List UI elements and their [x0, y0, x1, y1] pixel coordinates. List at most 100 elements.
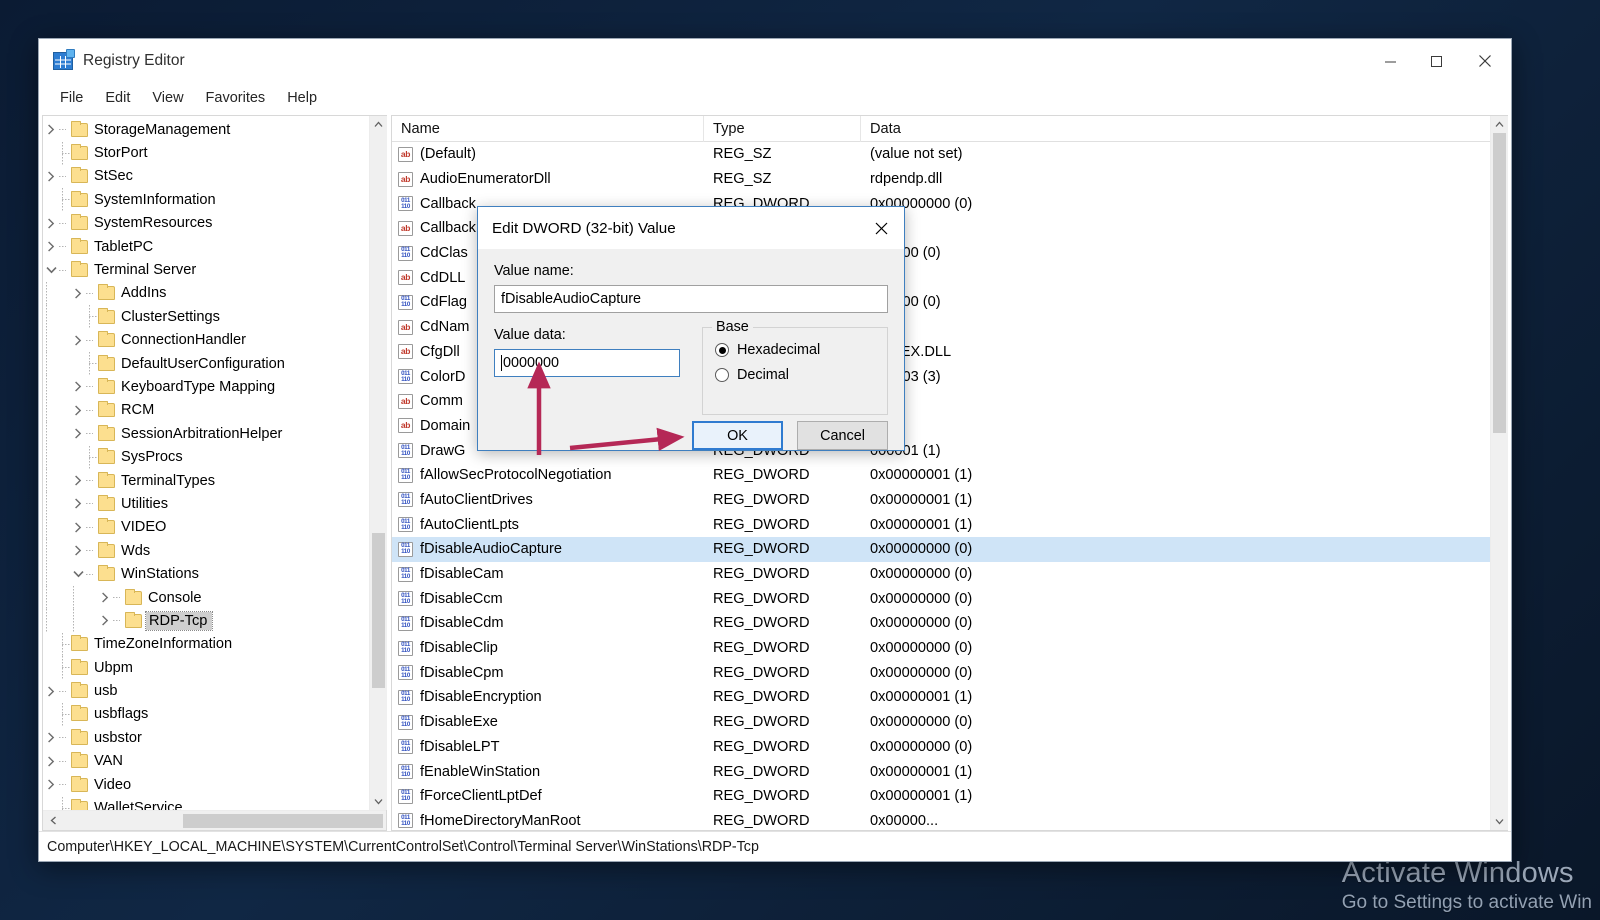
values-scroll-up-icon[interactable]	[1491, 116, 1508, 133]
chevron-right-icon[interactable]	[43, 680, 59, 703]
tree-item-rcm[interactable]: RCM	[43, 399, 369, 422]
ok-button[interactable]: OK	[692, 421, 783, 450]
chevron-down-icon[interactable]	[43, 259, 59, 282]
table-row[interactable]: 011110fDisableAudioCaptureREG_DWORD0x000…	[392, 537, 1490, 562]
radio-hexadecimal[interactable]: Hexadecimal	[715, 342, 875, 358]
table-row[interactable]: 011110fForceClientLptDefREG_DWORD0x00000…	[392, 784, 1490, 809]
table-row[interactable]: 011110fHomeDirectoryManRootREG_DWORD0x00…	[392, 809, 1490, 830]
dialog-close-button[interactable]	[859, 207, 904, 249]
values-scroll-thumb[interactable]	[1493, 133, 1506, 433]
menu-favorites[interactable]: Favorites	[195, 85, 277, 111]
menu-view[interactable]: View	[141, 85, 194, 111]
table-row[interactable]: 011110fDisableCcmREG_DWORD0x00000000 (0)	[392, 586, 1490, 611]
tree-scroll-thumb[interactable]	[372, 533, 385, 688]
tree-item-console[interactable]: Console	[43, 586, 369, 609]
radio-decimal-icon[interactable]	[715, 368, 729, 382]
column-header-data[interactable]: Data	[861, 116, 1490, 142]
chevron-right-icon[interactable]	[70, 539, 86, 562]
table-row[interactable]: 011110fDisableCamREG_DWORD0x00000000 (0)	[392, 562, 1490, 587]
table-row[interactable]: 011110fDisableEncryptionREG_DWORD0x00000…	[392, 685, 1490, 710]
values-scroll-down-icon[interactable]	[1491, 813, 1508, 830]
table-row[interactable]: 011110fDisableCdmREG_DWORD0x00000000 (0)	[392, 611, 1490, 636]
table-row[interactable]: ab(Default)REG_SZ(value not set)	[392, 142, 1490, 167]
table-row[interactable]: 011110fAllowSecProtocolNegotiationREG_DW…	[392, 463, 1490, 488]
tree-item-video[interactable]: VIDEO	[43, 516, 369, 539]
table-row[interactable]: abAudioEnumeratorDllREG_SZrdpendp.dll	[392, 167, 1490, 192]
tree-item-systeminformation[interactable]: SystemInformation	[43, 188, 369, 211]
tree-item-rdp-tcp[interactable]: RDP-Tcp	[43, 609, 369, 632]
chevron-right-icon[interactable]	[97, 609, 113, 632]
tree-item-sessionarbitrationhelper[interactable]: SessionArbitrationHelper	[43, 422, 369, 445]
chevron-down-icon[interactable]	[70, 563, 86, 586]
tree-item-sysprocs[interactable]: SysProcs	[43, 445, 369, 468]
tree-scroll-up-icon[interactable]	[370, 116, 387, 133]
chevron-right-icon[interactable]	[43, 235, 59, 258]
table-row[interactable]: 011110fDisableExeREG_DWORD0x00000000 (0)	[392, 710, 1490, 735]
tree-item-winstations[interactable]: WinStations	[43, 562, 369, 585]
menu-file[interactable]: File	[49, 85, 94, 111]
tree-scroll-track[interactable]	[370, 133, 387, 793]
tree-vertical-scrollbar[interactable]	[369, 116, 386, 810]
tree-item-video[interactable]: Video	[43, 773, 369, 796]
tree-item-stsec[interactable]: StSec	[43, 165, 369, 188]
table-row[interactable]: 011110fDisableClipREG_DWORD0x00000000 (0…	[392, 636, 1490, 661]
tree-item-walletservice[interactable]: WalletService	[43, 796, 369, 810]
tree-item-keyboardtype-mapping[interactable]: KeyboardType Mapping	[43, 375, 369, 398]
column-header-type[interactable]: Type	[704, 116, 861, 142]
table-row[interactable]: 011110fAutoClientLptsREG_DWORD0x00000001…	[392, 512, 1490, 537]
tree-item-storport[interactable]: StorPort	[43, 141, 369, 164]
chevron-right-icon[interactable]	[43, 118, 59, 141]
chevron-right-icon[interactable]	[70, 329, 86, 352]
tree-item-terminaltypes[interactable]: TerminalTypes	[43, 469, 369, 492]
tree-item-usbflags[interactable]: usbflags	[43, 703, 369, 726]
radio-hexadecimal-icon[interactable]	[715, 343, 729, 357]
tree-horizontal-scrollbar[interactable]	[43, 810, 386, 830]
cancel-button[interactable]: Cancel	[797, 421, 888, 450]
table-row[interactable]: 011110fDisableCpmREG_DWORD0x00000000 (0)	[392, 660, 1490, 685]
chevron-right-icon[interactable]	[43, 773, 59, 796]
chevron-right-icon[interactable]	[43, 726, 59, 749]
chevron-right-icon[interactable]	[43, 212, 59, 235]
tree-item-timezoneinformation[interactable]: TimeZoneInformation	[43, 633, 369, 656]
chevron-right-icon[interactable]	[97, 586, 113, 609]
chevron-right-icon[interactable]	[70, 282, 86, 305]
menu-help[interactable]: Help	[276, 85, 328, 111]
tree-item-systemresources[interactable]: SystemResources	[43, 212, 369, 235]
value-name-input[interactable]: fDisableAudioCapture	[494, 285, 888, 313]
chevron-right-icon[interactable]	[70, 469, 86, 492]
chevron-right-icon[interactable]	[70, 516, 86, 539]
tree-hscroll-thumb[interactable]	[183, 814, 383, 828]
registry-tree[interactable]: StorageManagementStorPortStSecSystemInfo…	[43, 116, 369, 810]
menu-edit[interactable]: Edit	[94, 85, 141, 111]
value-data-input[interactable]: 0000000	[494, 349, 680, 377]
tree-item-utilities[interactable]: Utilities	[43, 492, 369, 515]
tree-item-clustersettings[interactable]: ClusterSettings	[43, 305, 369, 328]
radio-decimal[interactable]: Decimal	[715, 367, 875, 383]
close-button[interactable]	[1459, 39, 1511, 83]
tree-item-storagemanagement[interactable]: StorageManagement	[43, 118, 369, 141]
tree-item-connectionhandler[interactable]: ConnectionHandler	[43, 329, 369, 352]
tree-item-wds[interactable]: Wds	[43, 539, 369, 562]
tree-item-terminal-server[interactable]: Terminal Server	[43, 258, 369, 281]
table-row[interactable]: 011110fEnableWinStationREG_DWORD0x000000…	[392, 759, 1490, 784]
tree-item-van[interactable]: VAN	[43, 750, 369, 773]
table-row[interactable]: 011110fDisableLPTREG_DWORD0x00000000 (0)	[392, 735, 1490, 760]
tree-item-defaultuserconfiguration[interactable]: DefaultUserConfiguration	[43, 352, 369, 375]
tree-scroll-left-icon[interactable]	[43, 811, 63, 831]
tree-item-usb[interactable]: usb	[43, 679, 369, 702]
chevron-right-icon[interactable]	[70, 492, 86, 515]
tree-hscroll-track[interactable]	[63, 811, 366, 831]
column-header-name[interactable]: Name	[392, 116, 704, 142]
tree-item-tabletpc[interactable]: TabletPC	[43, 235, 369, 258]
chevron-right-icon[interactable]	[43, 165, 59, 188]
chevron-right-icon[interactable]	[70, 399, 86, 422]
chevron-right-icon[interactable]	[70, 375, 86, 398]
tree-item-ubpm[interactable]: Ubpm	[43, 656, 369, 679]
tree-item-addins[interactable]: AddIns	[43, 282, 369, 305]
chevron-right-icon[interactable]	[70, 422, 86, 445]
values-scroll-track[interactable]	[1491, 133, 1508, 813]
table-row[interactable]: 011110fAutoClientDrivesREG_DWORD0x000000…	[392, 488, 1490, 513]
tree-scroll-down-icon[interactable]	[370, 793, 387, 810]
maximize-button[interactable]	[1413, 39, 1459, 83]
minimize-button[interactable]	[1367, 39, 1413, 83]
